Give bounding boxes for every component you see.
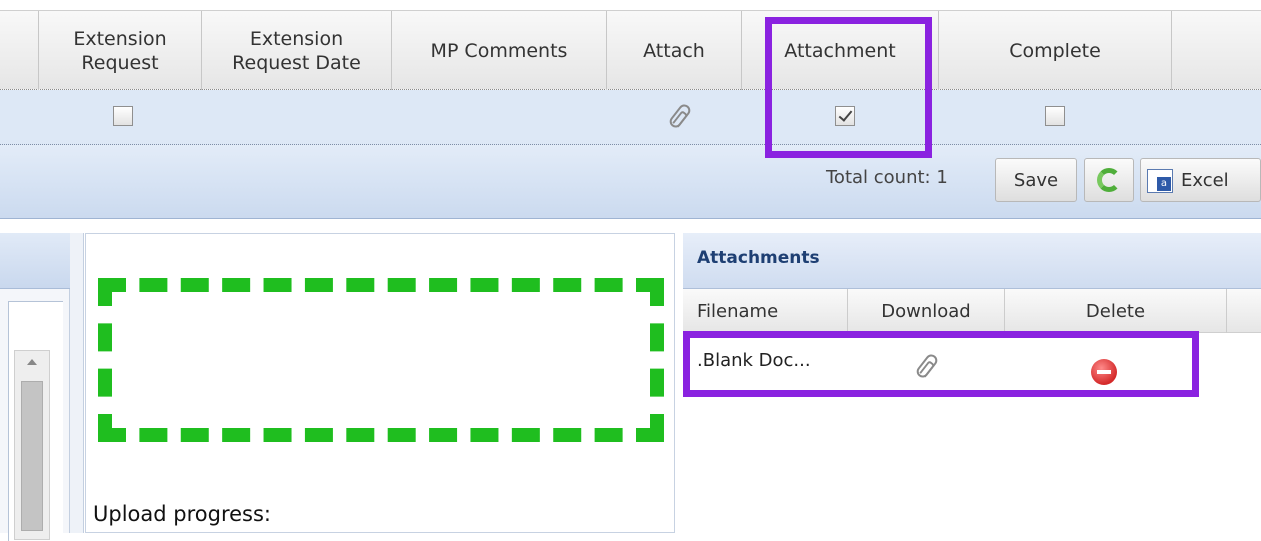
file-drop-zone[interactable] — [98, 278, 664, 442]
upload-panel: Upload progress: — [85, 233, 675, 533]
excel-export-button[interactable]: a Excel — [1140, 158, 1261, 202]
vertical-scrollbar[interactable] — [14, 350, 50, 540]
delete-icon[interactable] — [1091, 359, 1117, 385]
paperclip-icon[interactable] — [914, 352, 940, 380]
total-count: Total count: 1 — [826, 167, 948, 188]
paperclip-icon[interactable] — [667, 102, 693, 130]
excel-icon: a — [1147, 169, 1173, 193]
attachment-checkbox[interactable] — [835, 106, 855, 126]
extension-request-checkbox[interactable] — [113, 106, 133, 126]
scrollbar-thumb[interactable] — [21, 381, 43, 531]
refresh-icon — [1097, 168, 1121, 192]
column-header-delete[interactable]: Delete — [1005, 289, 1227, 333]
attachments-title: Attachments — [683, 233, 1261, 289]
attachments-panel: Attachments Filename Download Delete .Bl… — [683, 233, 1261, 533]
refresh-button[interactable] — [1084, 158, 1134, 202]
excel-label: Excel — [1181, 169, 1229, 191]
column-header-filename[interactable]: Filename — [683, 289, 848, 333]
table-row[interactable]: .Blank Doc... — [683, 333, 1261, 391]
save-button[interactable]: Save — [995, 158, 1077, 202]
grid-data-row[interactable] — [0, 90, 1261, 145]
column-header-extension-request-date[interactable]: Extension Request Date — [202, 11, 392, 91]
column-header-download[interactable]: Download — [848, 289, 1005, 333]
complete-checkbox[interactable] — [1045, 106, 1065, 126]
attachments-column-headers: Filename Download Delete — [683, 289, 1261, 333]
scroll-up-arrow-icon[interactable] — [27, 359, 37, 365]
grid-header: Extension Request Extension Request Date… — [0, 10, 1261, 91]
grid-toolbar: Total count: 1 Save a Excel — [0, 145, 1261, 219]
attachment-filename[interactable]: .Blank Doc... — [697, 350, 811, 371]
left-panel-header — [0, 233, 70, 289]
column-header-complete[interactable]: Complete — [939, 11, 1172, 91]
column-header-attach[interactable]: Attach — [607, 11, 742, 91]
column-header-mp-comments[interactable]: MP Comments — [392, 11, 607, 91]
panel-splitter[interactable] — [70, 233, 84, 533]
column-header-attachment[interactable]: Attachment — [742, 11, 939, 91]
upload-progress-label: Upload progress: — [93, 502, 271, 526]
column-header-extension-request[interactable]: Extension Request — [39, 11, 202, 91]
